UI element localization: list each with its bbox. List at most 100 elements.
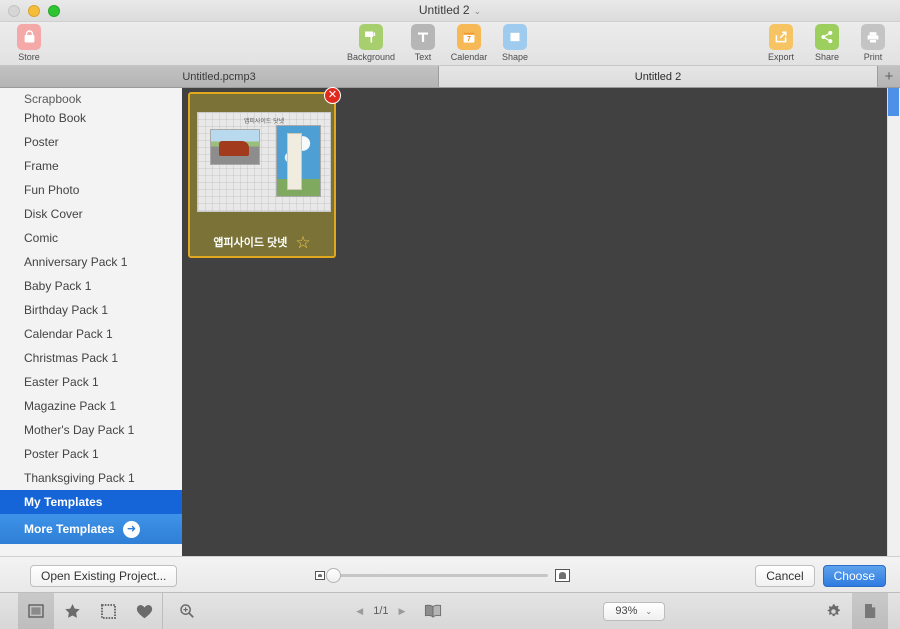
toolbar-label-print: Print: [863, 52, 883, 62]
delete-template-button[interactable]: ✕: [324, 87, 341, 104]
slider-track[interactable]: [326, 568, 548, 583]
preview-photo-sign: [276, 125, 321, 197]
picker-footer: Open Existing Project... Cancel Choose: [0, 556, 900, 593]
bottom-left-tools: [18, 593, 162, 629]
template-preview-title: 앱피사이드 닷넷: [243, 119, 285, 125]
title-bar: Untitled 2 ⌄: [0, 0, 900, 22]
frames-icon[interactable]: [90, 593, 126, 629]
category-photo-book[interactable]: Photo Book: [0, 106, 182, 130]
toolbar-label-background: Background: [346, 52, 396, 62]
main-toolbar: Store Background Text 7 Calendar Shape E…: [0, 22, 900, 66]
toolbar-button-store[interactable]: Store: [0, 24, 58, 62]
app-window: Untitled 2 ⌄ Store Background Text 7 Cal…: [0, 0, 900, 629]
category-label: Thanksgiving Pack 1: [24, 471, 135, 485]
toolbar-button-background[interactable]: Background: [342, 24, 400, 62]
category-magazine-pack-1[interactable]: Magazine Pack 1: [0, 394, 182, 418]
gear-icon[interactable]: [816, 593, 852, 629]
category-poster[interactable]: Poster: [0, 130, 182, 154]
template-name: 앱피사이드 닷넷: [213, 237, 288, 249]
category-label: Easter Pack 1: [24, 375, 99, 389]
category-easter-pack-1[interactable]: Easter Pack 1: [0, 370, 182, 394]
chevron-down-icon[interactable]: ⌄: [474, 6, 482, 16]
template-picker: Scrapbook Photo Book Poster Frame Fun Ph…: [0, 87, 882, 556]
export-icon: [769, 24, 793, 50]
toolbar-label-export: Export: [767, 52, 794, 62]
scrollbar-thumb[interactable]: [888, 88, 899, 116]
add-tab-button[interactable]: +: [878, 66, 900, 87]
canvas-scrollbar[interactable]: [887, 88, 900, 556]
template-card-footer: 앱피사이드 닷넷 ☆: [190, 232, 334, 252]
zoom-level-value: 93%: [615, 605, 638, 617]
category-scrapbook[interactable]: Scrapbook: [0, 88, 182, 106]
text-icon: [411, 24, 435, 50]
category-poster-pack-1[interactable]: Poster Pack 1: [0, 442, 182, 466]
toolbar-label-share: Share: [814, 52, 840, 62]
small-thumbnail-icon[interactable]: [315, 571, 325, 580]
thumbnail-size-slider[interactable]: [315, 568, 570, 583]
slider-knob[interactable]: [326, 568, 341, 583]
toolbar-label-text: Text: [414, 52, 432, 62]
photos-icon[interactable]: [18, 593, 54, 629]
magnifier-icon[interactable]: [169, 593, 205, 629]
svg-text:7: 7: [467, 36, 471, 43]
category-mothers-day-pack-1[interactable]: Mother's Day Pack 1: [0, 418, 182, 442]
tab-untitled-2[interactable]: Untitled 2: [439, 66, 878, 87]
favorites-icon[interactable]: [54, 593, 90, 629]
more-templates-button[interactable]: More Templates ➜: [0, 514, 182, 544]
toolbar-label-shape: Shape: [501, 52, 529, 62]
category-label: Mother's Day Pack 1: [24, 423, 135, 437]
category-label: Poster Pack 1: [24, 447, 99, 461]
category-label: Poster: [24, 135, 59, 149]
background-icon: [359, 24, 383, 50]
tab-untitled-pcmp3[interactable]: Untitled.pcmp3: [0, 66, 439, 87]
category-label: Calendar Pack 1: [24, 327, 113, 341]
footer-actions: Cancel Choose: [755, 565, 886, 587]
template-category-list[interactable]: Scrapbook Photo Book Poster Frame Fun Ph…: [0, 88, 182, 556]
bottom-toolbar: ◀ 1/1 ▶ 93% ⌄: [0, 593, 900, 629]
hearts-icon[interactable]: [126, 593, 162, 629]
category-baby-pack-1[interactable]: Baby Pack 1: [0, 274, 182, 298]
category-fun-photo[interactable]: Fun Photo: [0, 178, 182, 202]
category-my-templates[interactable]: My Templates: [0, 490, 182, 514]
category-label: Anniversary Pack 1: [24, 255, 128, 269]
category-disk-cover[interactable]: Disk Cover: [0, 202, 182, 226]
zoom-level-select[interactable]: 93% ⌄: [602, 601, 665, 621]
category-calendar-pack-1[interactable]: Calendar Pack 1: [0, 322, 182, 346]
share-icon: [815, 24, 839, 50]
toolbar-divider: [162, 593, 163, 629]
category-comic[interactable]: Comic: [0, 226, 182, 250]
category-thanksgiving-pack-1[interactable]: Thanksgiving Pack 1: [0, 466, 182, 490]
category-label: Fun Photo: [24, 183, 80, 197]
category-label: Magazine Pack 1: [24, 399, 117, 413]
print-icon: [861, 24, 885, 50]
arrow-right-icon: ➜: [123, 520, 140, 538]
template-grid: ✕ 앱피사이드 닷넷 앱피사이드 닷넷 ☆: [182, 87, 882, 556]
page-prev-button[interactable]: ◀: [356, 606, 363, 617]
tab-label: Untitled 2: [634, 70, 682, 83]
category-label: Comic: [24, 231, 59, 245]
window-title: Untitled 2 ⌄: [0, 3, 900, 17]
category-birthday-pack-1[interactable]: Birthday Pack 1: [0, 298, 182, 322]
book-icon[interactable]: [415, 593, 451, 629]
preview-photo-car: [210, 129, 260, 165]
toolbar-button-print[interactable]: Print: [844, 24, 900, 62]
category-frame[interactable]: Frame: [0, 154, 182, 178]
large-thumbnail-icon[interactable]: [555, 569, 570, 582]
chevron-down-icon: ⌄: [645, 606, 653, 616]
category-anniversary-pack-1[interactable]: Anniversary Pack 1: [0, 250, 182, 274]
page-indicator: 1/1: [373, 605, 389, 617]
category-christmas-pack-1[interactable]: Christmas Pack 1: [0, 346, 182, 370]
cancel-button[interactable]: Cancel: [755, 565, 815, 587]
favorite-star-icon[interactable]: ☆: [295, 234, 310, 251]
calendar-icon: 7: [457, 24, 481, 50]
category-label: Baby Pack 1: [24, 279, 92, 293]
toolbar-button-shape[interactable]: Shape: [486, 24, 544, 62]
template-card[interactable]: ✕ 앱피사이드 닷넷 앱피사이드 닷넷 ☆: [188, 87, 341, 258]
category-label: Scrapbook: [24, 92, 82, 106]
page-next-button[interactable]: ▶: [399, 606, 406, 617]
page-panel-icon[interactable]: [851, 593, 888, 629]
open-existing-project-button[interactable]: Open Existing Project...: [30, 565, 178, 587]
choose-button[interactable]: Choose: [822, 565, 886, 587]
category-label: My Templates: [24, 495, 103, 509]
shape-icon: [503, 24, 527, 50]
